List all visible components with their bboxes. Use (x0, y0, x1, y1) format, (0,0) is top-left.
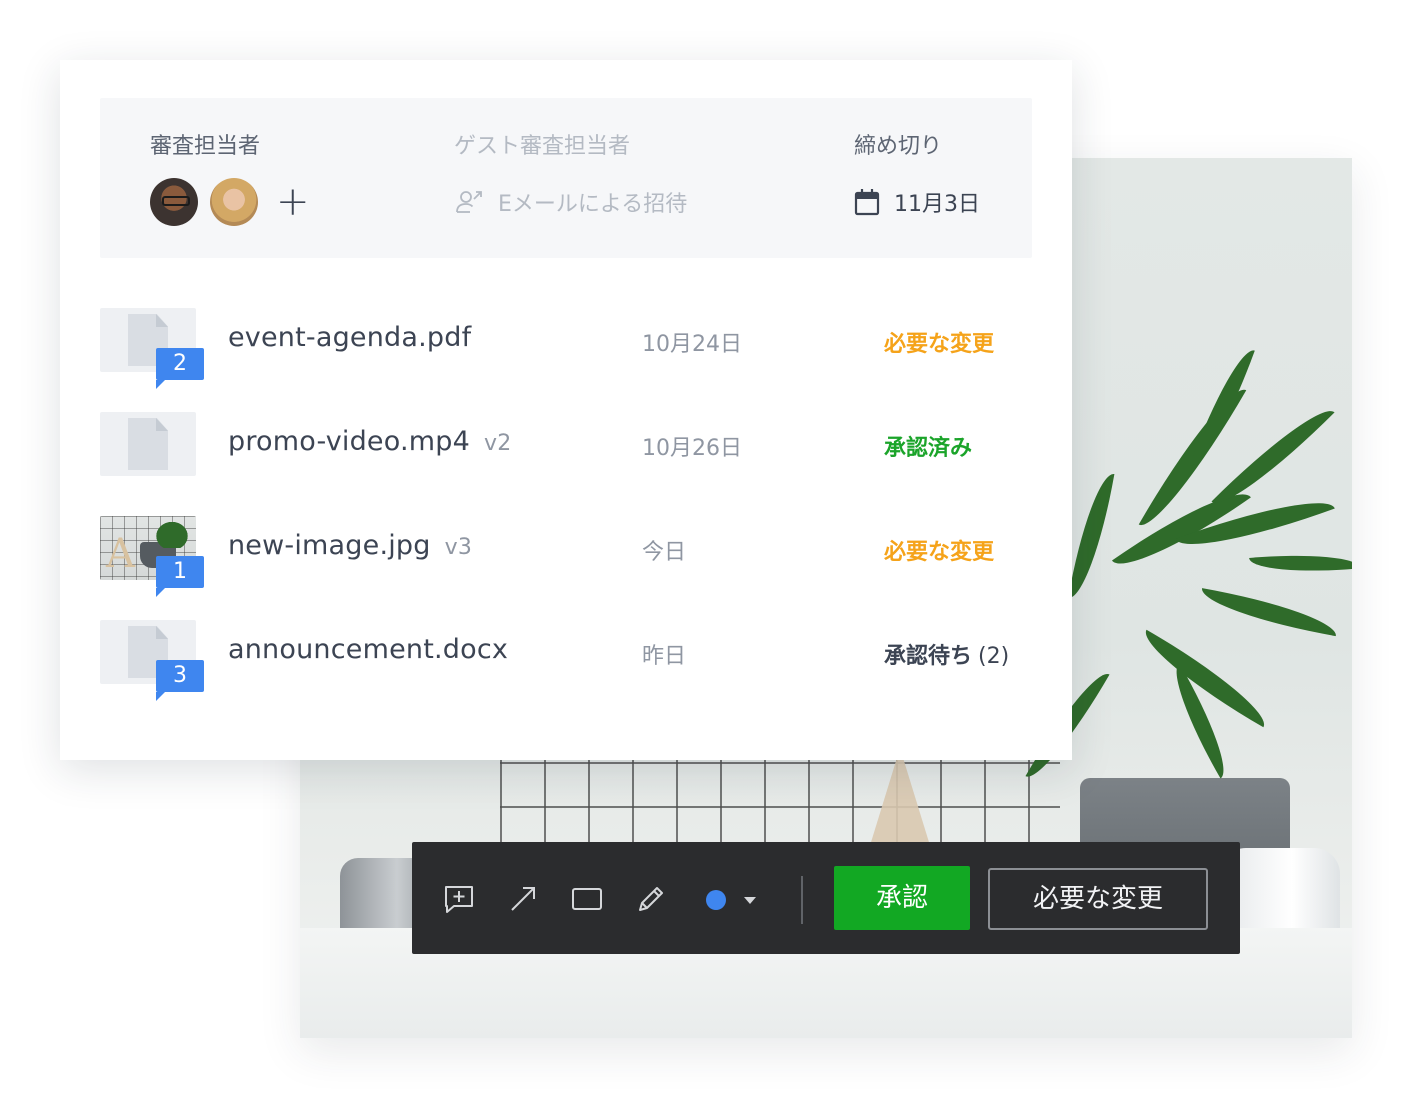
add-reviewer-button[interactable]: + (276, 182, 310, 222)
toolbar-divider (801, 876, 803, 924)
status-label: 承認待ち (884, 644, 973, 669)
status-label: 承認済み (884, 436, 973, 461)
file-name-link[interactable]: promo-video.mp4 v2 (228, 426, 511, 457)
deadline-label: 締め切り (854, 134, 943, 159)
file-thumbnail[interactable] (100, 412, 196, 476)
file-name-link[interactable]: new-image.jpg v3 (228, 530, 472, 561)
file-row[interactable]: 3 announcement.docx 昨日 承認待ち (2) (100, 620, 1032, 724)
comment-count-badge[interactable]: 3 (156, 660, 204, 701)
palm-leaf (1249, 548, 1352, 578)
arrow-tool[interactable] (506, 882, 540, 916)
plant (152, 518, 192, 548)
status-label: 必要な変更 (884, 540, 995, 565)
letter-a-decor: A (106, 531, 135, 577)
file-name: event-agenda.pdf (228, 322, 472, 353)
file-name-link[interactable]: announcement.docx (228, 634, 508, 665)
guest-reviewers-section: ゲスト審査担当者 Eメールによる招待 (454, 134, 687, 226)
invite-by-email-label: Eメールによる招待 (498, 192, 688, 217)
reviewers-section: 審査担当者 + (150, 134, 310, 226)
comment-count-badge[interactable]: 1 (156, 556, 204, 597)
add-comment-tool[interactable] (442, 882, 476, 916)
reviewers-label: 審査担当者 (150, 134, 261, 159)
deadline-section: 締め切り 11月3日 (854, 134, 980, 226)
caret-down-icon (744, 897, 756, 904)
comment-icon (445, 886, 473, 913)
file-status: 承認済み (884, 430, 972, 462)
file-date: 昨日 (642, 644, 687, 669)
file-name: announcement.docx (228, 634, 509, 665)
palm-leaf (1189, 343, 1255, 473)
color-picker[interactable] (706, 890, 768, 910)
file-name: new-image.jpg (228, 530, 431, 561)
avatar[interactable] (210, 178, 258, 226)
file-row[interactable]: promo-video.mp4 v2 10月26日 承認済み (100, 412, 1032, 516)
file-status: 必要な変更 (884, 326, 994, 358)
pencil-icon (639, 887, 663, 911)
file-row[interactable]: 2 event-agenda.pdf 10月24日 必要な変更 (100, 308, 1032, 412)
rectangle-tool[interactable] (570, 882, 604, 916)
file-date: 10月26日 (642, 436, 742, 461)
file-name-link[interactable]: event-agenda.pdf (228, 322, 471, 353)
annotation-toolbar: 承認 必要な変更 (412, 842, 1240, 954)
review-card: 審査担当者 + ゲスト審査担当者 Eメールによる招待 締め切り 11月3日 2 … (60, 60, 1072, 760)
deadline-picker[interactable]: 11月3日 (854, 178, 980, 226)
document-icon (128, 418, 168, 470)
file-name: promo-video.mp4 (228, 426, 470, 457)
selected-color-swatch (706, 890, 726, 910)
status-label: 必要な変更 (884, 332, 995, 357)
pencil-tool[interactable] (634, 882, 668, 916)
palm-leaf (1068, 469, 1115, 603)
file-status: 必要な変更 (884, 534, 994, 566)
pending-count: (2) (978, 644, 1010, 669)
arrow-icon (511, 887, 535, 911)
approve-button[interactable]: 承認 (834, 866, 970, 930)
file-date: 今日 (642, 540, 687, 565)
calendar-icon (854, 189, 880, 216)
file-list: 2 event-agenda.pdf 10月24日 必要な変更 promo-video.… (100, 308, 1032, 724)
review-settings: 審査担当者 + ゲスト審査担当者 Eメールによる招待 締め切り 11月3日 (100, 98, 1032, 258)
palm-leaf (1197, 588, 1340, 637)
file-row[interactable]: A 1 new-image.jpg v3 今日 必要な変更 (100, 516, 1032, 620)
file-date: 10月24日 (642, 332, 742, 357)
add-person-icon (456, 191, 482, 213)
deadline-value: 11月3日 (894, 192, 980, 217)
file-status: 承認待ち (2) (884, 638, 1009, 670)
request-changes-button[interactable]: 必要な変更 (988, 868, 1208, 930)
file-version: v3 (444, 535, 473, 560)
invite-by-email-button[interactable]: Eメールによる招待 (454, 178, 687, 226)
guest-reviewers-label: ゲスト審査担当者 (454, 134, 631, 159)
avatar[interactable] (150, 178, 198, 226)
comment-count-badge[interactable]: 2 (156, 348, 204, 389)
file-version: v2 (483, 431, 512, 456)
rectangle-icon (572, 888, 602, 910)
